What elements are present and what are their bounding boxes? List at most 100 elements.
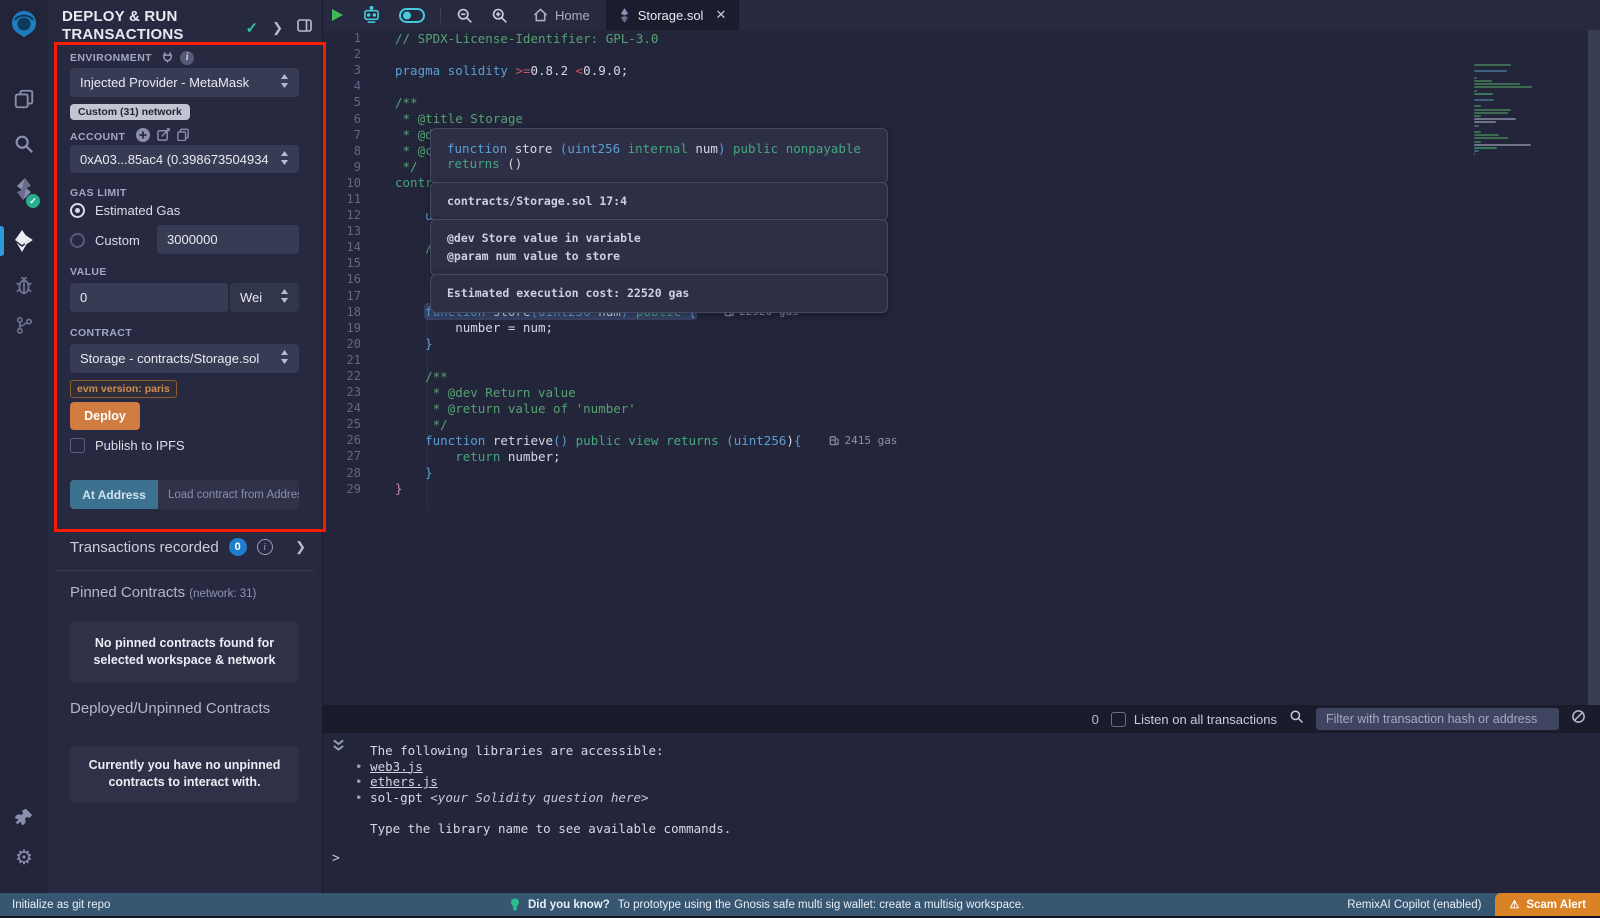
code-line: 27 return number; — [322, 448, 1600, 464]
ai-copilot-robot-icon[interactable] — [353, 0, 390, 30]
pin-panel-icon[interactable] — [297, 19, 312, 37]
forward-chevron-icon[interactable]: ❯ — [272, 20, 283, 36]
add-account-icon[interactable] — [136, 128, 150, 145]
clear-console-icon[interactable] — [1571, 709, 1586, 729]
tab-storage-sol[interactable]: Storage.sol ✕ — [606, 0, 740, 30]
deploy-run-panel: DEPLOY & RUN TRANSACTIONS ✓ ❯ ENVIRONMEN… — [48, 0, 323, 893]
network-badge: Custom (31) network — [70, 104, 190, 120]
terminal-line: The following libraries are accessible: — [322, 743, 1600, 759]
home-icon — [533, 8, 548, 22]
copilot-status[interactable]: RemixAI Copilot (enabled) — [1347, 899, 1481, 911]
account-select[interactable]: 0xA03...85ac4 (0.398673504934 — [70, 145, 299, 173]
plugin-manager-icon[interactable] — [0, 800, 48, 834]
listen-label: Listen on all transactions — [1134, 712, 1277, 727]
solidity-compiler-icon[interactable]: ✓ — [0, 172, 48, 206]
code-line: 20 } — [322, 336, 1600, 352]
editor-scrollbar[interactable] — [1588, 30, 1600, 705]
line-number: 16 — [322, 272, 375, 286]
code-line: 5/** — [322, 94, 1600, 110]
code-line: 23 * @dev Return value — [322, 384, 1600, 400]
copy-address-icon[interactable] — [177, 128, 189, 145]
copilot-toggle[interactable] — [390, 0, 434, 30]
line-number: 14 — [322, 240, 375, 254]
line-number: 17 — [322, 289, 375, 303]
line-number: 15 — [322, 256, 375, 270]
tab-home[interactable]: Home — [517, 0, 606, 30]
line-number: 23 — [322, 385, 375, 399]
publish-ipfs-row[interactable]: Publish to IPFS — [70, 438, 185, 453]
contract-select[interactable]: Storage - contracts/Storage.sol — [70, 344, 299, 373]
select-arrows-icon — [280, 350, 289, 367]
radio-selected-icon — [70, 203, 85, 218]
line-number: 28 — [322, 466, 375, 480]
listen-checkbox[interactable] — [1111, 712, 1126, 727]
line-number: 4 — [322, 79, 375, 93]
line-number: 13 — [322, 224, 375, 238]
estimated-gas-label: Estimated Gas — [95, 203, 180, 218]
line-number: 11 — [322, 192, 375, 206]
tab-file-label: Storage.sol — [638, 8, 704, 23]
gas-limit-label: GAS LIMIT — [70, 187, 127, 199]
environment-select[interactable]: Injected Provider - MetaMask — [70, 68, 299, 97]
terminal-search-icon[interactable] — [1289, 709, 1304, 729]
remix-logo-icon[interactable] — [7, 8, 41, 42]
environment-info-icon[interactable]: i — [180, 51, 194, 65]
code-line: 28 } — [322, 465, 1600, 481]
code-line: 2 — [322, 46, 1600, 62]
line-number: 8 — [322, 144, 375, 158]
minimap[interactable] — [1474, 64, 1536, 156]
debugger-icon[interactable] — [0, 268, 48, 302]
listen-all-transactions[interactable]: Listen on all transactions — [1111, 712, 1277, 727]
value-label: VALUE — [70, 266, 107, 278]
plug-icon[interactable] — [162, 51, 173, 66]
scam-alert-button[interactable]: ⚠ Scam Alert — [1495, 893, 1600, 916]
transaction-filter-input[interactable]: Filter with transaction hash or address — [1316, 708, 1559, 730]
zoom-in-icon[interactable] — [482, 0, 517, 30]
custom-gas-input[interactable]: 3000000 — [157, 225, 299, 254]
icon-rail: ✓ ⚙ — [0, 0, 48, 893]
deploy-run-icon[interactable] — [0, 224, 48, 258]
line-number: 22 — [322, 369, 375, 383]
pinned-contracts-title: Pinned Contracts (network: 31) — [70, 584, 256, 601]
custom-gas-radio[interactable]: Custom — [70, 233, 140, 248]
run-script-icon[interactable] — [322, 0, 353, 30]
terminal[interactable]: The following libraries are accessible:•… — [322, 733, 1600, 893]
git-icon[interactable] — [0, 308, 48, 342]
terminal-line: Type the library name to see available c… — [322, 821, 1600, 837]
transactions-info-icon[interactable]: i — [257, 539, 273, 555]
active-plugin-indicator — [0, 226, 4, 256]
at-address-button[interactable]: At Address — [70, 480, 158, 509]
terminal-toolbar: 0 Listen on all transactions Filter with… — [322, 705, 1600, 733]
tooltip-path: contracts/Storage.sol 17:4 — [430, 182, 888, 221]
settings-gear-icon[interactable]: ⚙ — [0, 840, 48, 874]
pinned-network-subtitle: (network: 31) — [189, 588, 256, 600]
panel-header: DEPLOY & RUN TRANSACTIONS ✓ ❯ — [62, 8, 312, 43]
search-icon[interactable] — [0, 127, 48, 161]
git-init-status[interactable]: Initialize as git repo — [0, 899, 110, 911]
terminal-line: • web3.js — [322, 759, 1600, 775]
close-tab-icon[interactable]: ✕ — [715, 7, 726, 23]
file-explorer-icon[interactable] — [0, 82, 48, 116]
value-input[interactable]: 0 — [70, 283, 228, 312]
at-address-input[interactable]: Load contract from Addres — [158, 480, 299, 509]
status-check-icon: ✓ — [246, 19, 259, 37]
code-line: 19 number = num; — [322, 320, 1600, 336]
zoom-out-icon[interactable] — [447, 0, 482, 30]
code-line: 6 * @title Storage — [322, 110, 1600, 126]
publish-ipfs-label: Publish to IPFS — [95, 438, 185, 453]
terminal-prompt[interactable]: > — [332, 851, 340, 866]
panel-title: DEPLOY & RUN TRANSACTIONS — [62, 8, 212, 43]
sign-message-icon[interactable] — [157, 128, 170, 145]
value-unit-select[interactable]: Wei — [230, 283, 299, 312]
code-line: 22 /** — [322, 368, 1600, 384]
deploy-button[interactable]: Deploy — [70, 402, 140, 430]
contract-label: CONTRACT — [70, 327, 132, 339]
transactions-recorded-row[interactable]: Transactions recorded 0 i ❯ — [70, 538, 306, 556]
environment-label: ENVIRONMENT i — [70, 51, 194, 66]
estimated-gas-radio[interactable]: Estimated Gas — [70, 203, 180, 218]
publish-ipfs-checkbox[interactable] — [70, 438, 85, 453]
line-number: 12 — [322, 208, 375, 222]
expand-terminal-icon[interactable] — [332, 738, 345, 757]
expand-transactions-icon[interactable]: ❯ — [295, 539, 306, 555]
line-number: 25 — [322, 417, 375, 431]
